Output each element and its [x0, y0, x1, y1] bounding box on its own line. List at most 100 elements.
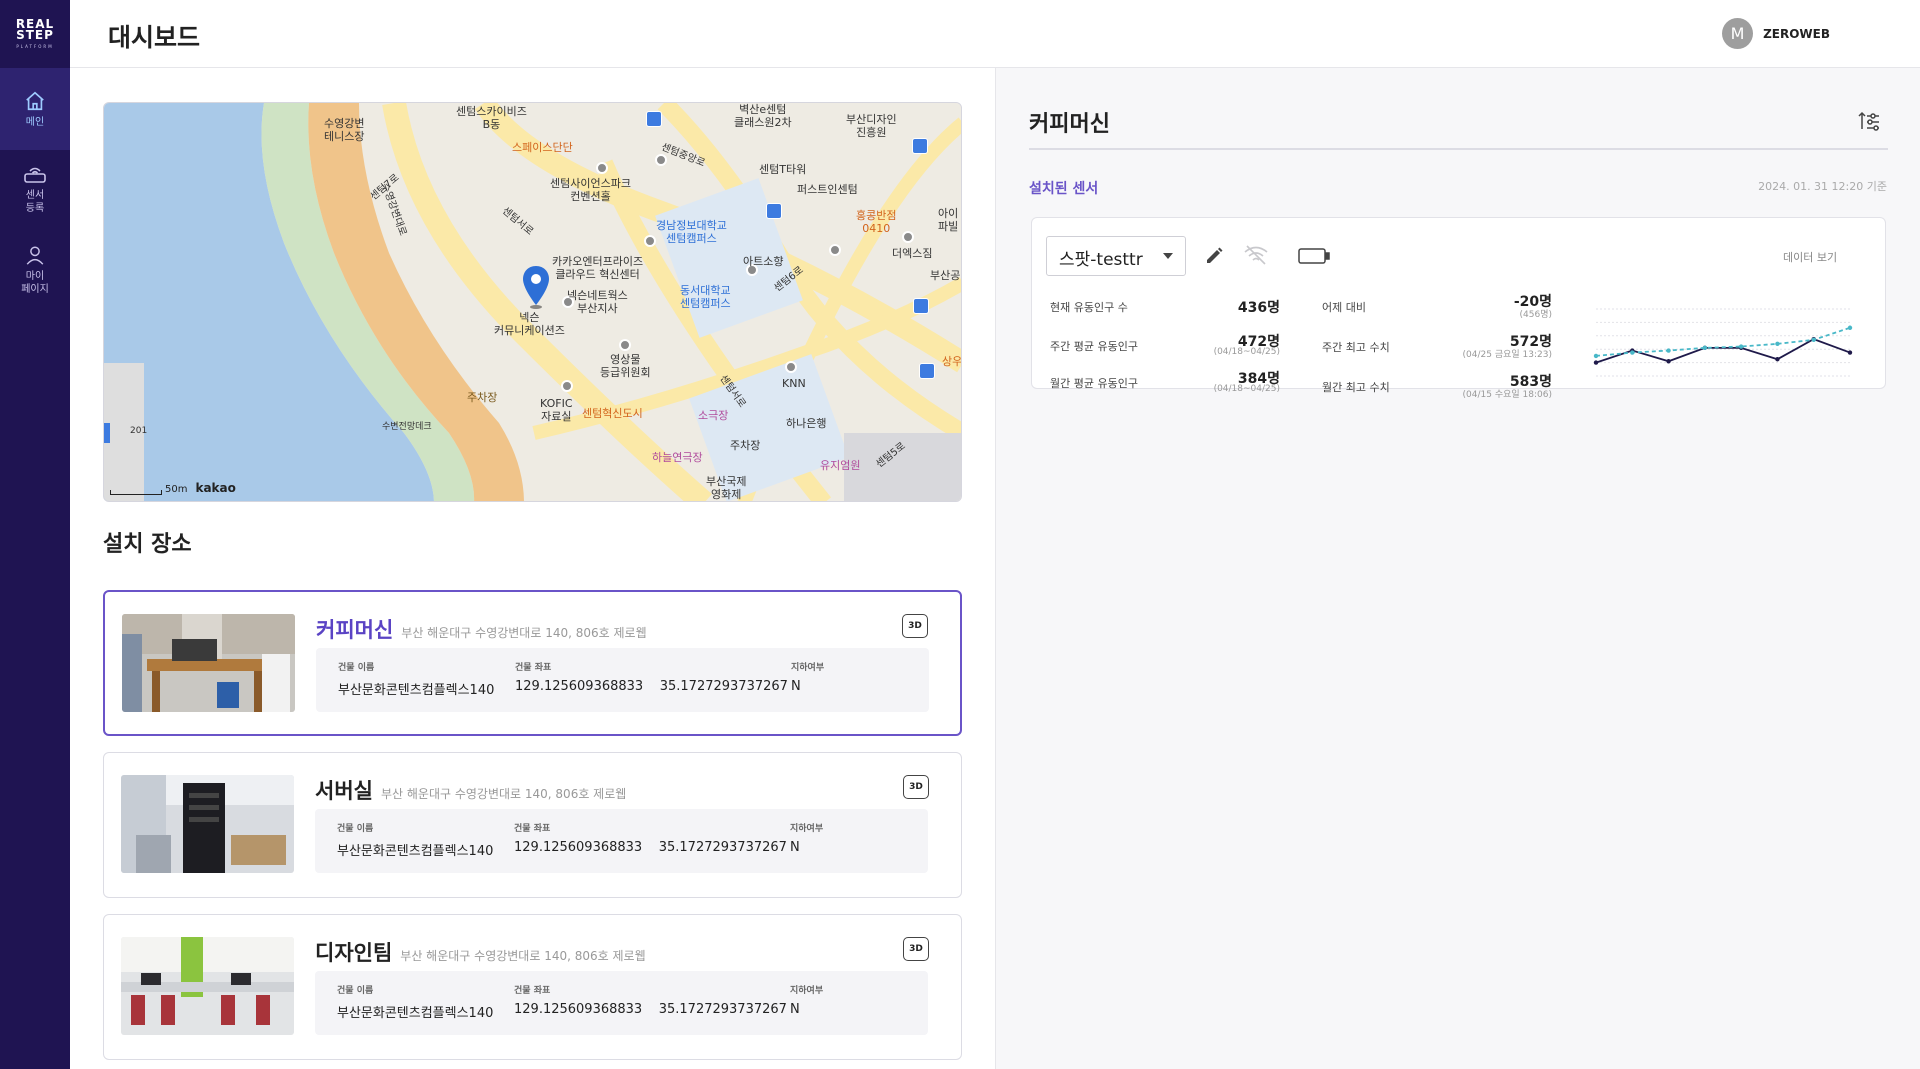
building-name-value: 부산문화콘텐츠컴플렉스140: [337, 1006, 494, 1021]
chart-point: [1666, 359, 1671, 364]
sidebar-item-label: 센서 등록: [25, 190, 45, 214]
home-icon: [26, 91, 44, 110]
building-name-label: 건물 이름: [338, 663, 375, 673]
map-label: 동서대학교 센텀캠퍼스: [680, 284, 731, 310]
chart-point: [1775, 341, 1780, 347]
map-label: 부산공: [930, 269, 961, 282]
wifi-off-icon: [1244, 245, 1268, 265]
map-label: 수변전망데크: [382, 422, 432, 432]
location-info: 건물 이름 부산문화콘텐츠컴플렉스140 건물 좌표 129.12560936883…: [315, 809, 928, 873]
map-label: 벽산e센텀 클래스원2차: [734, 103, 792, 129]
map[interactable]: 수영강변 테니스장 센텀스카이비즈 B동 벽산e센텀 클래스원2차 부산디자인 …: [103, 102, 962, 502]
stat-label: 월간 평균 유동인구: [1050, 377, 1138, 390]
sensor-select[interactable]: 스팟-testtr: [1046, 236, 1186, 276]
map-label: 넥슨네트웍스 부산지사: [567, 289, 628, 315]
map-poi-marker[interactable]: [655, 154, 667, 166]
building-name-label: 건물 이름: [337, 824, 374, 834]
battery-icon: [1298, 248, 1330, 264]
view-3d-button[interactable]: 3D: [903, 775, 929, 799]
location-pin-icon[interactable]: [522, 265, 550, 309]
user-menu[interactable]: M ZEROWEB: [1722, 18, 1830, 49]
map-bus-stop-icon[interactable]: [919, 363, 935, 379]
map-label: 아이 파빌: [938, 207, 959, 233]
logo-tag: PLATFORM: [16, 44, 54, 49]
map-label: 부산디자인 진흥원: [846, 113, 897, 139]
map-poi-marker[interactable]: [829, 244, 841, 256]
map-poi-marker[interactable]: [596, 162, 608, 174]
chart-point: [1593, 353, 1599, 359]
map-bus-stop-icon[interactable]: [912, 138, 928, 154]
map-poi-marker[interactable]: [902, 231, 914, 243]
view-3d-button[interactable]: 3D: [902, 614, 928, 638]
location-photo: [121, 775, 294, 873]
pencil-icon[interactable]: [1204, 246, 1224, 266]
underground-label: 지하여부: [791, 663, 825, 673]
map-label: 주차장: [467, 391, 498, 404]
map-label: 소극장: [698, 409, 729, 422]
map-attribution[interactable]: kakao: [195, 481, 235, 495]
chart-point: [1775, 357, 1780, 362]
map-bus-stop-icon[interactable]: [766, 203, 782, 219]
sidebar-item-sensor[interactable]: 센서 등록: [0, 150, 70, 230]
settings-sliders-icon[interactable]: [1858, 110, 1880, 132]
trend-chart[interactable]: [1586, 303, 1856, 388]
installed-sensors-heading: 설치된 센서: [1029, 181, 1099, 197]
map-poi-marker[interactable]: [619, 339, 631, 351]
header: 대시보드 M ZEROWEB: [70, 0, 1920, 68]
map-label: 영상물 등급위원회: [600, 353, 651, 379]
stat-label: 현재 유동인구 수: [1050, 301, 1128, 314]
location-name-text: 커피머신: [316, 618, 394, 642]
user-name: ZEROWEB: [1763, 26, 1830, 41]
building-coord-label: 건물 좌표: [514, 986, 551, 996]
map-poi-marker[interactable]: [561, 380, 573, 392]
map-label: 경남정보대학교 센텀캠퍼스: [656, 219, 727, 245]
map-poi-marker[interactable]: [644, 235, 656, 247]
underground-value: N: [790, 840, 800, 855]
chart-point: [1630, 350, 1635, 355]
view-3d-button[interactable]: 3D: [903, 937, 929, 961]
chart-point: [1847, 325, 1853, 330]
location-card[interactable]: 커피머신 부산 해운대구 수영강변대로 140, 806호 제로웹 3D 건물 이…: [103, 590, 962, 736]
building-coord-value: 129.125609368833 35.1727293737267: [514, 840, 787, 855]
map-poi-marker[interactable]: [785, 361, 797, 373]
map-label: 스페이스단단: [512, 141, 573, 154]
sidebar-item-mypage[interactable]: 마이 페이지: [0, 230, 70, 310]
location-address: 부산 해운대구 수영강변대로 140, 806호 제로웹: [400, 949, 646, 963]
map-label: KNN: [782, 377, 806, 390]
logo[interactable]: REAL STEP PLATFORM: [0, 0, 70, 68]
logo-line2: STEP: [16, 28, 54, 42]
chart-point: [1847, 350, 1853, 355]
location-address: 부산 해운대구 수영강변대로 140, 806호 제로웹: [401, 626, 647, 640]
sensor-select-value: 스팟-testtr: [1059, 250, 1143, 270]
map-label: 부산국제 영화제: [706, 475, 747, 501]
stat-sub: (04/18~04/25): [1213, 384, 1280, 394]
person-icon: [26, 246, 44, 265]
sensor-card: 스팟-testtr 데이터 보기 현재 유동인구 수 436명 어제 대비 -2…: [1031, 217, 1886, 400]
underground-label: 지하여부: [790, 986, 824, 996]
building-name-value: 부산문화콘텐츠컴플렉스140: [338, 683, 495, 698]
chart-point: [1702, 345, 1708, 351]
location-name-text: 디자인팀: [315, 941, 393, 965]
view-data-link[interactable]: 데이터 보기: [1783, 249, 1837, 265]
map-label: 수영강변 테니스장: [324, 117, 365, 143]
location-info: 건물 이름 부산문화콘텐츠컴플렉스140 건물 좌표 129.12560936883…: [315, 971, 928, 1035]
location-card[interactable]: 서버실 부산 해운대구 수영강변대로 140, 806호 제로웹 3D 건물 이름…: [103, 752, 962, 898]
stat-label: 주간 평균 유동인구: [1050, 340, 1138, 353]
stat-label: 주간 최고 수치: [1322, 341, 1390, 354]
map-label: 센텀혁신도시: [582, 407, 643, 420]
detail-panel: 커피머신 설치된 센서 2024. 01. 31 12:20 기준 스팟-tes…: [995, 68, 1920, 1069]
avatar[interactable]: M: [1722, 18, 1754, 49]
sidebar-item-main[interactable]: 메인: [0, 68, 70, 150]
map-bus-stop-icon[interactable]: [913, 298, 929, 314]
map-bus-stop-icon[interactable]: [646, 111, 662, 127]
location-card[interactable]: 디자인팀 부산 해운대구 수영강변대로 140, 806호 제로웹 3D 건물 이…: [103, 914, 962, 1060]
map-label: 아트소향: [743, 255, 784, 268]
underground-value: N: [790, 1002, 800, 1017]
map-label: 센텀스카이비즈 B동: [456, 105, 527, 131]
stat-sub: (04/15 수요일 18:06): [1462, 390, 1552, 400]
map-label: 더엑스짐: [892, 247, 933, 260]
stat-value: 436명: [1237, 300, 1280, 316]
page-title: 대시보드: [108, 23, 201, 52]
detail-title: 커피머신: [1029, 112, 1110, 137]
map-label: 카카오엔터프라이즈 클라우드 혁신센터: [552, 255, 644, 281]
